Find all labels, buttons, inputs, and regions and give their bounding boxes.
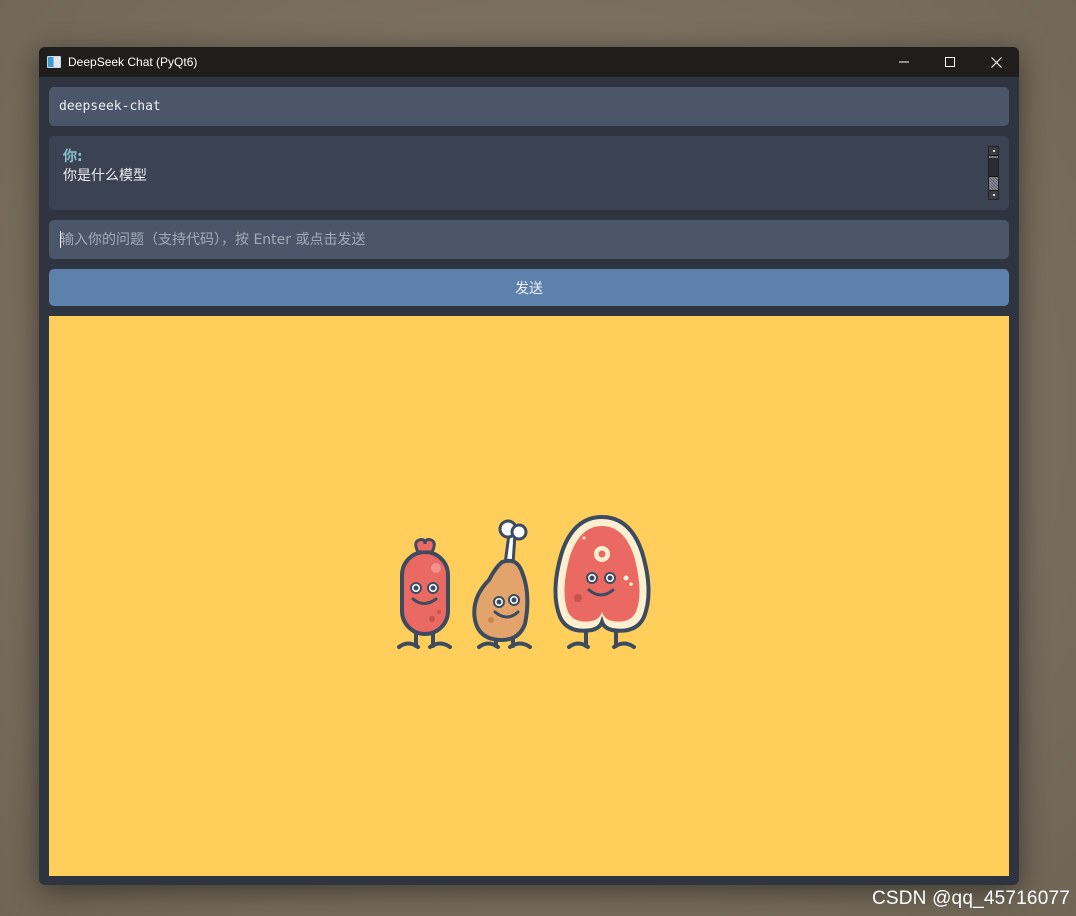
steak-character (553, 514, 651, 649)
question-input[interactable] (49, 220, 1009, 259)
window-controls (881, 47, 1019, 77)
chat-message-text: 你是什么模型 (63, 168, 147, 184)
scroll-up-arrow-icon[interactable] (989, 147, 998, 156)
title-bar[interactable]: DeepSeek Chat (PyQt6) (39, 47, 1019, 77)
scroll-down-arrow-icon[interactable] (989, 190, 998, 199)
chat-scrollbar[interactable] (988, 146, 999, 200)
chat-speaker-label: 你: (63, 149, 83, 165)
app-icon (47, 56, 61, 68)
desktop: DeepSeek Chat (PyQt6) deepseek-chat 你: 你… (0, 0, 1076, 916)
maximize-button[interactable] (927, 47, 973, 77)
window-title: DeepSeek Chat (PyQt6) (68, 55, 198, 69)
close-icon (990, 56, 1002, 68)
drumstick-character (472, 519, 532, 649)
image-panel (49, 316, 1009, 876)
maximize-icon (945, 57, 955, 67)
food-characters-illustration (397, 514, 651, 649)
text-caret (60, 231, 61, 248)
minimize-icon (899, 61, 909, 63)
chat-history[interactable]: 你: 你是什么模型 (49, 136, 1009, 210)
minimize-button[interactable] (881, 47, 927, 77)
model-name-field[interactable]: deepseek-chat (49, 87, 1009, 126)
csdn-watermark: CSDN @qq_45716077 (871, 888, 1070, 909)
send-button[interactable]: 发送 (49, 269, 1009, 306)
scrollbar-thumb[interactable] (989, 157, 998, 177)
chat-message: 你: 你是什么模型 (63, 148, 995, 186)
app-window: DeepSeek Chat (PyQt6) deepseek-chat 你: 你… (39, 47, 1019, 885)
close-button[interactable] (973, 47, 1019, 77)
sausage-character (397, 538, 452, 649)
